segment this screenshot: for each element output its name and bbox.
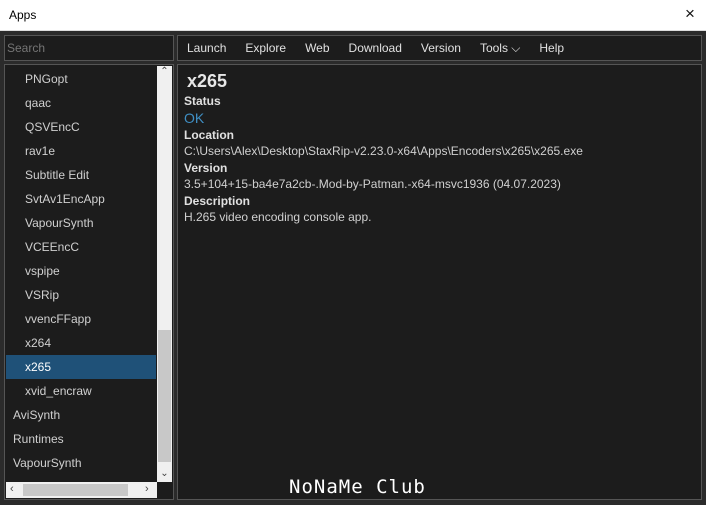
scroll-left-icon[interactable]: ‹ xyxy=(10,483,14,495)
tree-item[interactable]: Subtitle Edit xyxy=(6,163,156,187)
menu-help[interactable]: Help xyxy=(539,41,564,55)
tree-item[interactable]: QSVEncC xyxy=(6,115,156,139)
tree-item[interactable]: x265 xyxy=(6,355,156,379)
app-tree: PNGopt qaac QSVEncC rav1e Subtitle Edit SvtAv… xyxy=(4,64,174,500)
menu-version[interactable]: Version xyxy=(421,41,461,55)
tree-item[interactable]: qaac xyxy=(6,91,156,115)
detail-panel: x265 Status OK Location C:\Users\Alex\De… xyxy=(177,64,702,500)
horizontal-scrollbar[interactable]: ‹ › xyxy=(6,482,157,498)
version-label: Version xyxy=(184,161,228,175)
menu-web[interactable]: Web xyxy=(305,41,329,55)
menu-explore[interactable]: Explore xyxy=(245,41,286,55)
horizontal-scroll-thumb[interactable] xyxy=(23,484,128,496)
title-bar: Apps × xyxy=(0,0,706,31)
scroll-down-icon[interactable]: ⌄ xyxy=(157,468,172,479)
vertical-scrollbar[interactable]: ⌃ ⌄ xyxy=(157,66,172,482)
tree-item[interactable]: VCEEncC xyxy=(6,235,156,259)
menu-launch[interactable]: Launch xyxy=(187,41,226,55)
tree-item[interactable]: SvtAv1EncApp xyxy=(6,187,156,211)
tree-item[interactable]: Runtimes xyxy=(6,427,156,451)
tree-item[interactable]: xvid_encraw xyxy=(6,379,156,403)
location-label: Location xyxy=(184,128,234,142)
search-input[interactable] xyxy=(4,35,174,61)
tree-item[interactable]: vspipe xyxy=(6,259,156,283)
tree-items: PNGopt qaac QSVEncC rav1e Subtitle Edit SvtAv… xyxy=(6,67,156,475)
menu-tools[interactable]: Tools ⌵ xyxy=(480,41,520,56)
tree-item[interactable]: VSRip xyxy=(6,283,156,307)
close-icon[interactable]: × xyxy=(682,4,698,24)
scroll-up-icon[interactable]: ⌃ xyxy=(157,66,172,77)
tree-item[interactable]: AviSynth xyxy=(6,403,156,427)
tree-item[interactable]: PNGopt xyxy=(6,67,156,91)
description-value: H.265 video encoding console app. xyxy=(184,210,372,224)
menu-bar: Launch Explore Web Download Version Tool… xyxy=(177,35,702,61)
scroll-right-icon[interactable]: › xyxy=(145,483,149,495)
status-label: Status xyxy=(184,94,221,108)
tree-item[interactable]: VapourSynth xyxy=(6,451,156,475)
location-value: C:\Users\Alex\Desktop\StaxRip-v2.23.0-x6… xyxy=(184,144,583,158)
description-label: Description xyxy=(184,194,251,208)
app-title: x265 xyxy=(187,71,228,91)
status-value: OK xyxy=(184,110,205,126)
tree-item[interactable]: vvencFFapp xyxy=(6,307,156,331)
watermark: NoNaMe Club xyxy=(289,476,426,498)
window-title: Apps xyxy=(9,8,37,22)
tree-item[interactable]: VapourSynth xyxy=(6,211,156,235)
menu-download[interactable]: Download xyxy=(349,41,402,55)
version-value: 3.5+104+15-ba4e7a2cb-.Mod-by-Patman.-x64… xyxy=(184,177,561,191)
tree-item[interactable]: x264 xyxy=(6,331,156,355)
tree-item[interactable]: rav1e xyxy=(6,139,156,163)
vertical-scroll-thumb[interactable] xyxy=(158,330,171,462)
